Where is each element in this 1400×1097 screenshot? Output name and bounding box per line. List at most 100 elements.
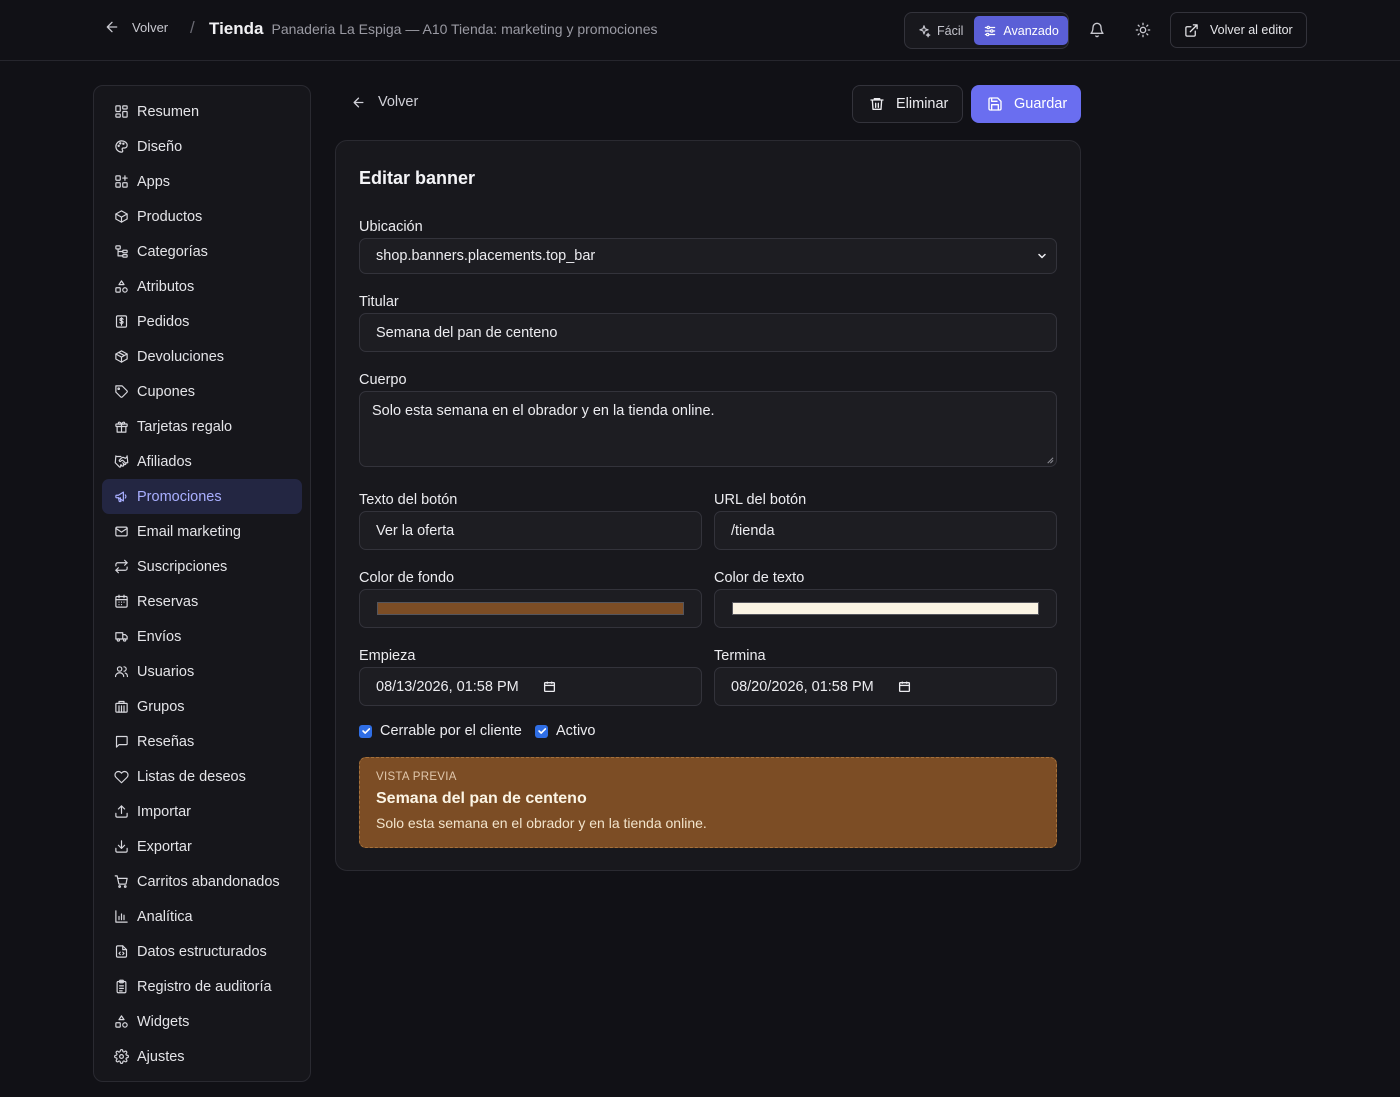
page-title: Tienda (209, 19, 264, 38)
sidebar-item-grupos[interactable]: Grupos (102, 689, 302, 724)
back-to-editor-button[interactable]: Volver al editor (1170, 12, 1307, 48)
sidebar-item-tarjetas-regalo[interactable]: Tarjetas regalo (102, 409, 302, 444)
sidebar-item-resenas[interactable]: Reseñas (102, 724, 302, 759)
delete-button[interactable]: Eliminar (852, 85, 963, 123)
mode-advanced-button[interactable]: Avanzado (974, 16, 1068, 45)
shapes-icon (114, 279, 129, 294)
bg-color-swatch (377, 602, 684, 615)
sidebar-item-label: Atributos (137, 278, 195, 295)
save-button[interactable]: Guardar (971, 85, 1081, 123)
back-link[interactable]: Volver (351, 94, 418, 110)
sidebar-item-label: Analítica (137, 908, 193, 925)
widgets-icon (114, 1014, 129, 1029)
resize-handle-icon[interactable] (1045, 455, 1054, 464)
theme-toggle-button[interactable] (1131, 18, 1155, 42)
sidebar-item-productos[interactable]: Productos (102, 199, 302, 234)
placement-label: Ubicación (359, 219, 423, 235)
sidebar-item-suscripciones[interactable]: Suscripciones (102, 549, 302, 584)
bg-color-label: Color de fondo (359, 570, 455, 586)
sidebar-item-label: Registro de auditoría (137, 978, 272, 995)
headline-input[interactable]: Semana del pan de centeno (359, 313, 1057, 352)
sidebar-item-afiliados[interactable]: Afiliados (102, 444, 302, 479)
sidebar-item-devoluciones[interactable]: Devoluciones (102, 339, 302, 374)
back-label: Volver (378, 94, 419, 110)
gear-icon (114, 1049, 129, 1064)
save-icon (987, 96, 1003, 112)
button-text-label: Texto del botón (359, 492, 458, 508)
ends-label: Termina (714, 648, 766, 664)
sidebar-item-datos-estructurados[interactable]: Datos estructurados (102, 934, 302, 969)
starts-value: 08/13/2026, 01:58 PM (376, 678, 519, 695)
text-color-swatch (732, 602, 1039, 615)
calendar-icon[interactable] (543, 680, 556, 693)
sidebar-item-apps[interactable]: Apps (102, 164, 302, 199)
sidebar-item-categorias[interactable]: Categorías (102, 234, 302, 269)
button-url-value: /tienda (731, 522, 775, 539)
sidebar-item-carritos-abandonados[interactable]: Carritos abandonados (102, 864, 302, 899)
back-to-editor-label: Volver al editor (1210, 23, 1293, 37)
topbar-back-link[interactable]: Volver (104, 19, 168, 35)
sparkles-icon (917, 24, 931, 38)
placement-select[interactable]: shop.banners.placements.top_bar (359, 238, 1057, 274)
dismissible-checkbox[interactable]: Cerrable por el cliente (359, 723, 522, 739)
apps-icon (114, 174, 129, 189)
body-value: Solo esta semana en el obrador y en la t… (372, 403, 715, 419)
sidebar-item-envios[interactable]: Envíos (102, 619, 302, 654)
upload-icon (114, 804, 129, 819)
megaphone-icon (114, 489, 129, 504)
truck-icon (114, 629, 129, 644)
sidebar-item-label: Carritos abandonados (137, 873, 280, 890)
button-url-input[interactable]: /tienda (714, 511, 1057, 550)
chevron-down-icon (1036, 250, 1048, 262)
preview-title: Semana del pan de centeno (376, 790, 587, 807)
bg-color-picker[interactable] (359, 589, 702, 628)
body-textarea[interactable]: Solo esta semana en el obrador y en la t… (359, 391, 1057, 467)
sidebar-item-email-marketing[interactable]: Email marketing (102, 514, 302, 549)
sidebar-item-label: Apps (137, 173, 171, 190)
gift-icon (114, 419, 129, 434)
sidebar-item-label: Resumen (137, 103, 200, 120)
message-icon (114, 734, 129, 749)
handshake-icon (114, 454, 129, 469)
text-color-picker[interactable] (714, 589, 1057, 628)
sidebar-item-label: Tarjetas regalo (137, 418, 233, 435)
save-label: Guardar (1014, 96, 1068, 112)
sidebar-item-cupones[interactable]: Cupones (102, 374, 302, 409)
box-icon (114, 209, 129, 224)
sidebar-item-importar[interactable]: Importar (102, 794, 302, 829)
sidebar-item-analitica[interactable]: Analítica (102, 899, 302, 934)
sidebar-item-resumen[interactable]: Resumen (102, 94, 302, 129)
clipboard-icon (114, 979, 129, 994)
sidebar-item-ajustes[interactable]: Ajustes (102, 1039, 302, 1074)
sidebar-item-diseno[interactable]: Diseño (102, 129, 302, 164)
checkbox-checked-icon[interactable] (535, 724, 548, 738)
headline-label: Titular (359, 294, 399, 310)
sidebar-item-widgets[interactable]: Widgets (102, 1004, 302, 1039)
sidebar-item-reservas[interactable]: Reservas (102, 584, 302, 619)
sidebar-item-label: Promociones (137, 488, 222, 505)
sidebar-item-listas-de-deseos[interactable]: Listas de deseos (102, 759, 302, 794)
sidebar-item-atributos[interactable]: Atributos (102, 269, 302, 304)
notifications-button[interactable] (1085, 18, 1109, 42)
edit-banner-card: Editar banner Ubicación shop.banners.pla… (335, 140, 1081, 871)
active-checkbox[interactable]: Activo (535, 723, 596, 739)
sidebar-item-label: Suscripciones (137, 558, 228, 575)
sidebar-item-usuarios[interactable]: Usuarios (102, 654, 302, 689)
sidebar-item-pedidos[interactable]: Pedidos (102, 304, 302, 339)
calendar-icon[interactable] (898, 680, 911, 693)
mode-easy-button[interactable]: Fácil (908, 16, 972, 45)
sidebar-item-label: Envíos (137, 628, 182, 645)
checkbox-checked-icon[interactable] (359, 724, 372, 738)
starts-datetime-input[interactable]: 08/13/2026, 01:58 PM (359, 667, 702, 706)
text-color-label: Color de texto (714, 570, 805, 586)
preview-tag: VISTA PREVIA (376, 771, 457, 783)
download-icon (114, 839, 129, 854)
button-text-input[interactable]: Ver la oferta (359, 511, 702, 550)
sidebar-item-promociones[interactable]: Promociones (102, 479, 302, 514)
arrow-left-icon (104, 19, 120, 35)
trash-icon (869, 96, 885, 112)
sun-icon (1135, 22, 1151, 38)
ends-datetime-input[interactable]: 08/20/2026, 01:58 PM (714, 667, 1057, 706)
sidebar-item-exportar[interactable]: Exportar (102, 829, 302, 864)
sidebar-item-registro-de-auditoria[interactable]: Registro de auditoría (102, 969, 302, 1004)
